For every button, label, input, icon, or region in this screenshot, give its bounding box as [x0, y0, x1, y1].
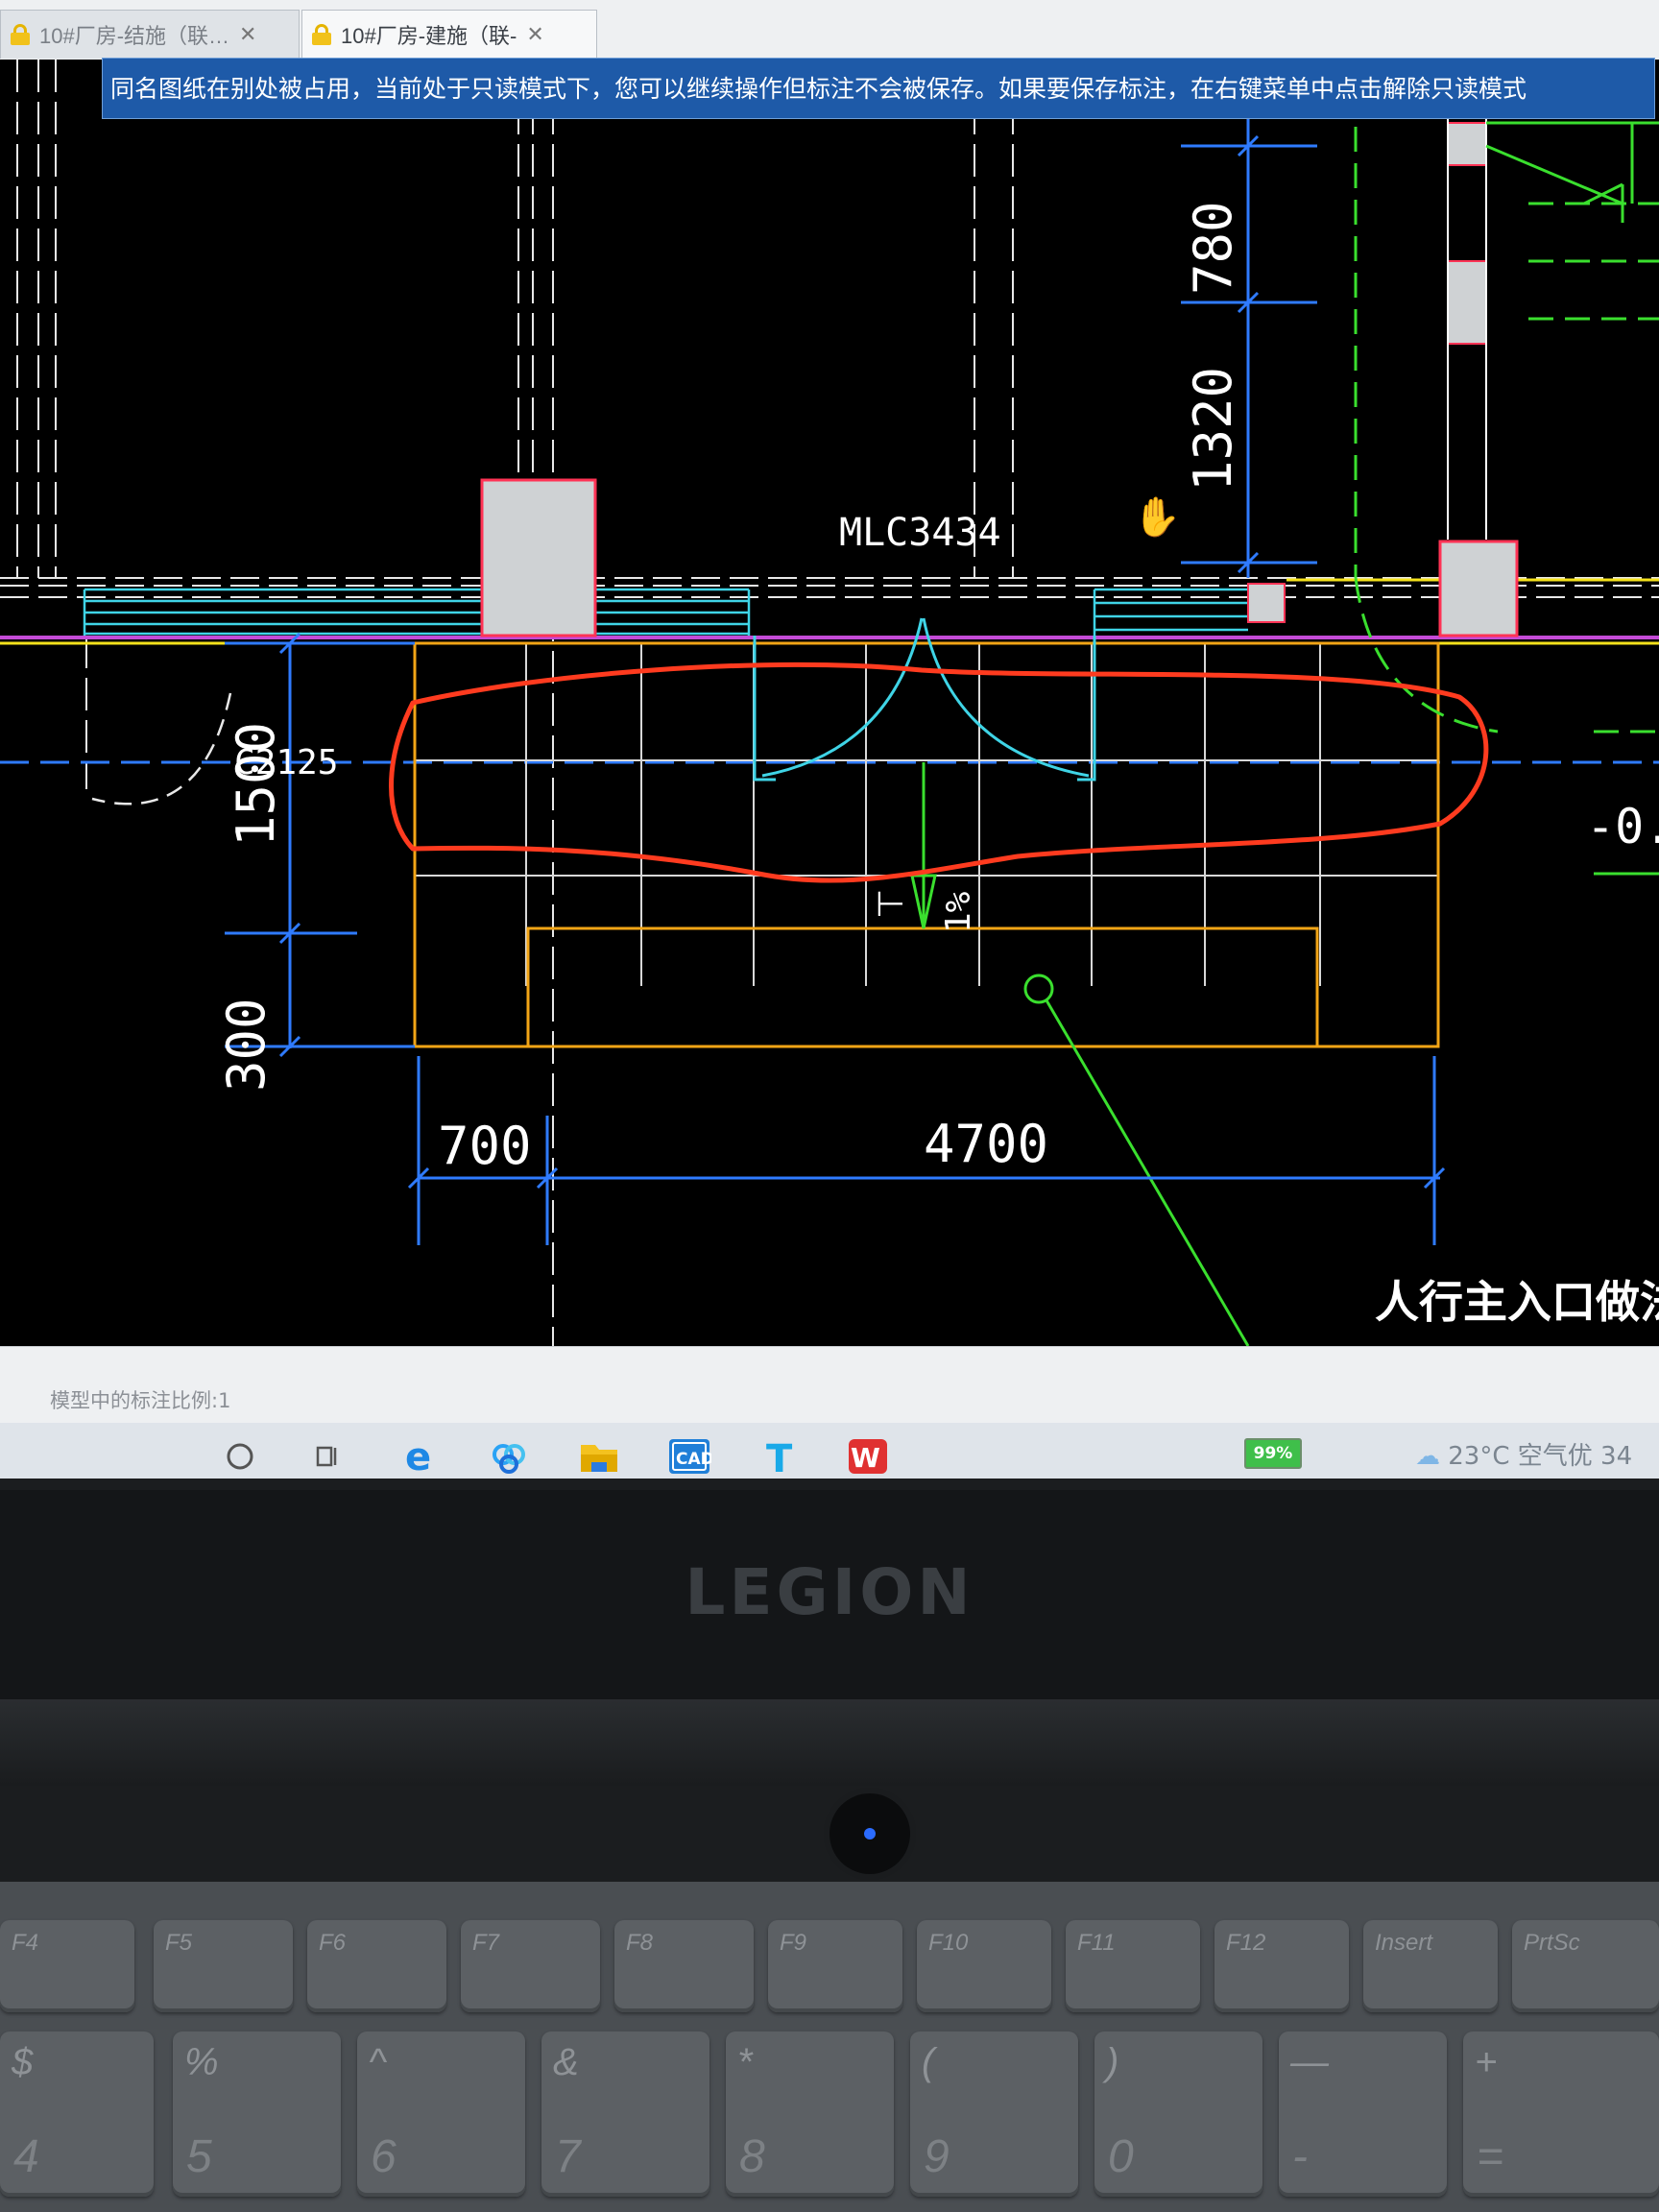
close-icon[interactable]: ✕: [239, 22, 256, 47]
windows-taskbar: e CAD T W: [0, 1423, 1659, 1479]
svg-text:e: e: [405, 1435, 431, 1478]
laptop-brand-logo: LEGION: [685, 1555, 974, 1629]
close-icon[interactable]: ✕: [526, 22, 543, 47]
svg-text:W: W: [851, 1442, 880, 1474]
key-f12[interactable]: F12: [1214, 1920, 1349, 2012]
svg-text:CAD: CAD: [676, 1450, 711, 1469]
column-block: [1438, 540, 1519, 637]
webcam-icon: [830, 1793, 910, 1874]
detail-title: 人行主入口做法: [1375, 1276, 1659, 1328]
key-f5[interactable]: F5: [154, 1920, 293, 2012]
tab-structural-drawing[interactable]: 10#厂房-结施（联… ✕: [0, 10, 300, 59]
key-equals[interactable]: + =: [1463, 2032, 1659, 2197]
dimension-780: 780: [1183, 201, 1243, 295]
window-tag-mlc3434: MLC3434: [839, 511, 1001, 555]
window-tag-c2125: C2125: [234, 743, 338, 782]
task-view-icon[interactable]: [300, 1432, 353, 1479]
document-tab-bar: 10#厂房-结施（联… ✕ 10#厂房-建施（联- ✕: [0, 0, 1659, 60]
slope-label: 1%: [939, 891, 978, 933]
baidu-netdisk-icon[interactable]: [482, 1432, 536, 1479]
tab-label: 10#厂房-建施（联-: [341, 24, 517, 48]
lock-icon: [312, 24, 331, 45]
dimension-1320: 1320: [1183, 367, 1243, 492]
key-8[interactable]: * 8: [726, 2032, 894, 2197]
key-f11[interactable]: F11: [1066, 1920, 1200, 2012]
dimension-4700: 4700: [924, 1114, 1048, 1174]
tab-architectural-drawing[interactable]: 10#厂房-建施（联- ✕: [301, 10, 597, 59]
cad-viewer-icon[interactable]: CAD: [662, 1432, 716, 1479]
slope-arrow-tail: ⊤: [872, 889, 911, 919]
weather-text: 23°C 空气优 34: [1448, 1442, 1633, 1471]
monitor-screen: 10#厂房-结施（联… ✕ 10#厂房-建施（联- ✕ 780 1320 150…: [0, 0, 1659, 1479]
dimension-300: 300: [216, 998, 276, 1092]
status-bar: 模型中的标注比例:1: [0, 1346, 1659, 1424]
key-7[interactable]: & 7: [541, 2032, 709, 2197]
annotation-scale-text: 模型中的标注比例:1: [50, 1389, 231, 1412]
column-block-small: [1447, 260, 1487, 345]
keyboard-deck: F4 F5 F6 F7 F8 F9 F10 F11 F12 Insert Prt…: [0, 1882, 1659, 2212]
key-5[interactable]: % 5: [173, 2032, 341, 2197]
elevation-label: -0.: [1586, 799, 1659, 854]
weather-widget[interactable]: ☁ 23°C 空气优 34: [1415, 1436, 1632, 1472]
key-f9[interactable]: F9: [768, 1920, 902, 2012]
text-app-icon[interactable]: T: [753, 1432, 806, 1479]
wps-icon[interactable]: W: [841, 1432, 895, 1479]
pan-hand-cursor-icon: ✋: [1133, 494, 1181, 540]
key-f7[interactable]: F7: [461, 1920, 600, 2012]
column-block-small: [1447, 122, 1487, 166]
battery-indicator[interactable]: 99%: [1244, 1438, 1302, 1469]
dimension-1500: 1500: [226, 722, 286, 847]
dimension-700: 700: [438, 1116, 532, 1176]
key-minus[interactable]: — -: [1279, 2032, 1447, 2197]
lock-icon: [11, 24, 30, 45]
key-f10[interactable]: F10: [917, 1920, 1051, 2012]
cad-drawing-canvas[interactable]: 780 1320 1500 300 700 4700 MLC3434 C2125…: [0, 60, 1659, 1346]
key-6[interactable]: ^ 6: [357, 2032, 525, 2197]
tab-label: 10#厂房-结施（联…: [39, 24, 230, 48]
key-0[interactable]: ) 0: [1094, 2032, 1262, 2197]
key-9[interactable]: (9: [910, 2032, 1078, 2197]
svg-text:T: T: [766, 1437, 793, 1478]
edge-icon[interactable]: e: [394, 1432, 447, 1479]
column-block-small: [1247, 583, 1286, 623]
key-prtsc[interactable]: PrtSc: [1512, 1920, 1659, 2012]
cortana-icon[interactable]: [213, 1432, 267, 1479]
key-insert[interactable]: Insert: [1363, 1920, 1498, 2012]
key-f8[interactable]: F8: [614, 1920, 754, 2012]
file-explorer-icon[interactable]: [572, 1432, 626, 1479]
key-4[interactable]: $4: [0, 2032, 154, 2197]
laptop-hinge: [0, 1699, 1659, 1786]
readonly-notice-bar[interactable]: 同名图纸在别处被占用，当前处于只读模式下，您可以继续操作但标注不会被保存。如果要…: [102, 58, 1655, 119]
key-f4[interactable]: F4: [0, 1920, 134, 2012]
column-block: [480, 478, 597, 637]
key-f6[interactable]: F6: [307, 1920, 446, 2012]
cloud-icon: ☁: [1415, 1442, 1440, 1471]
